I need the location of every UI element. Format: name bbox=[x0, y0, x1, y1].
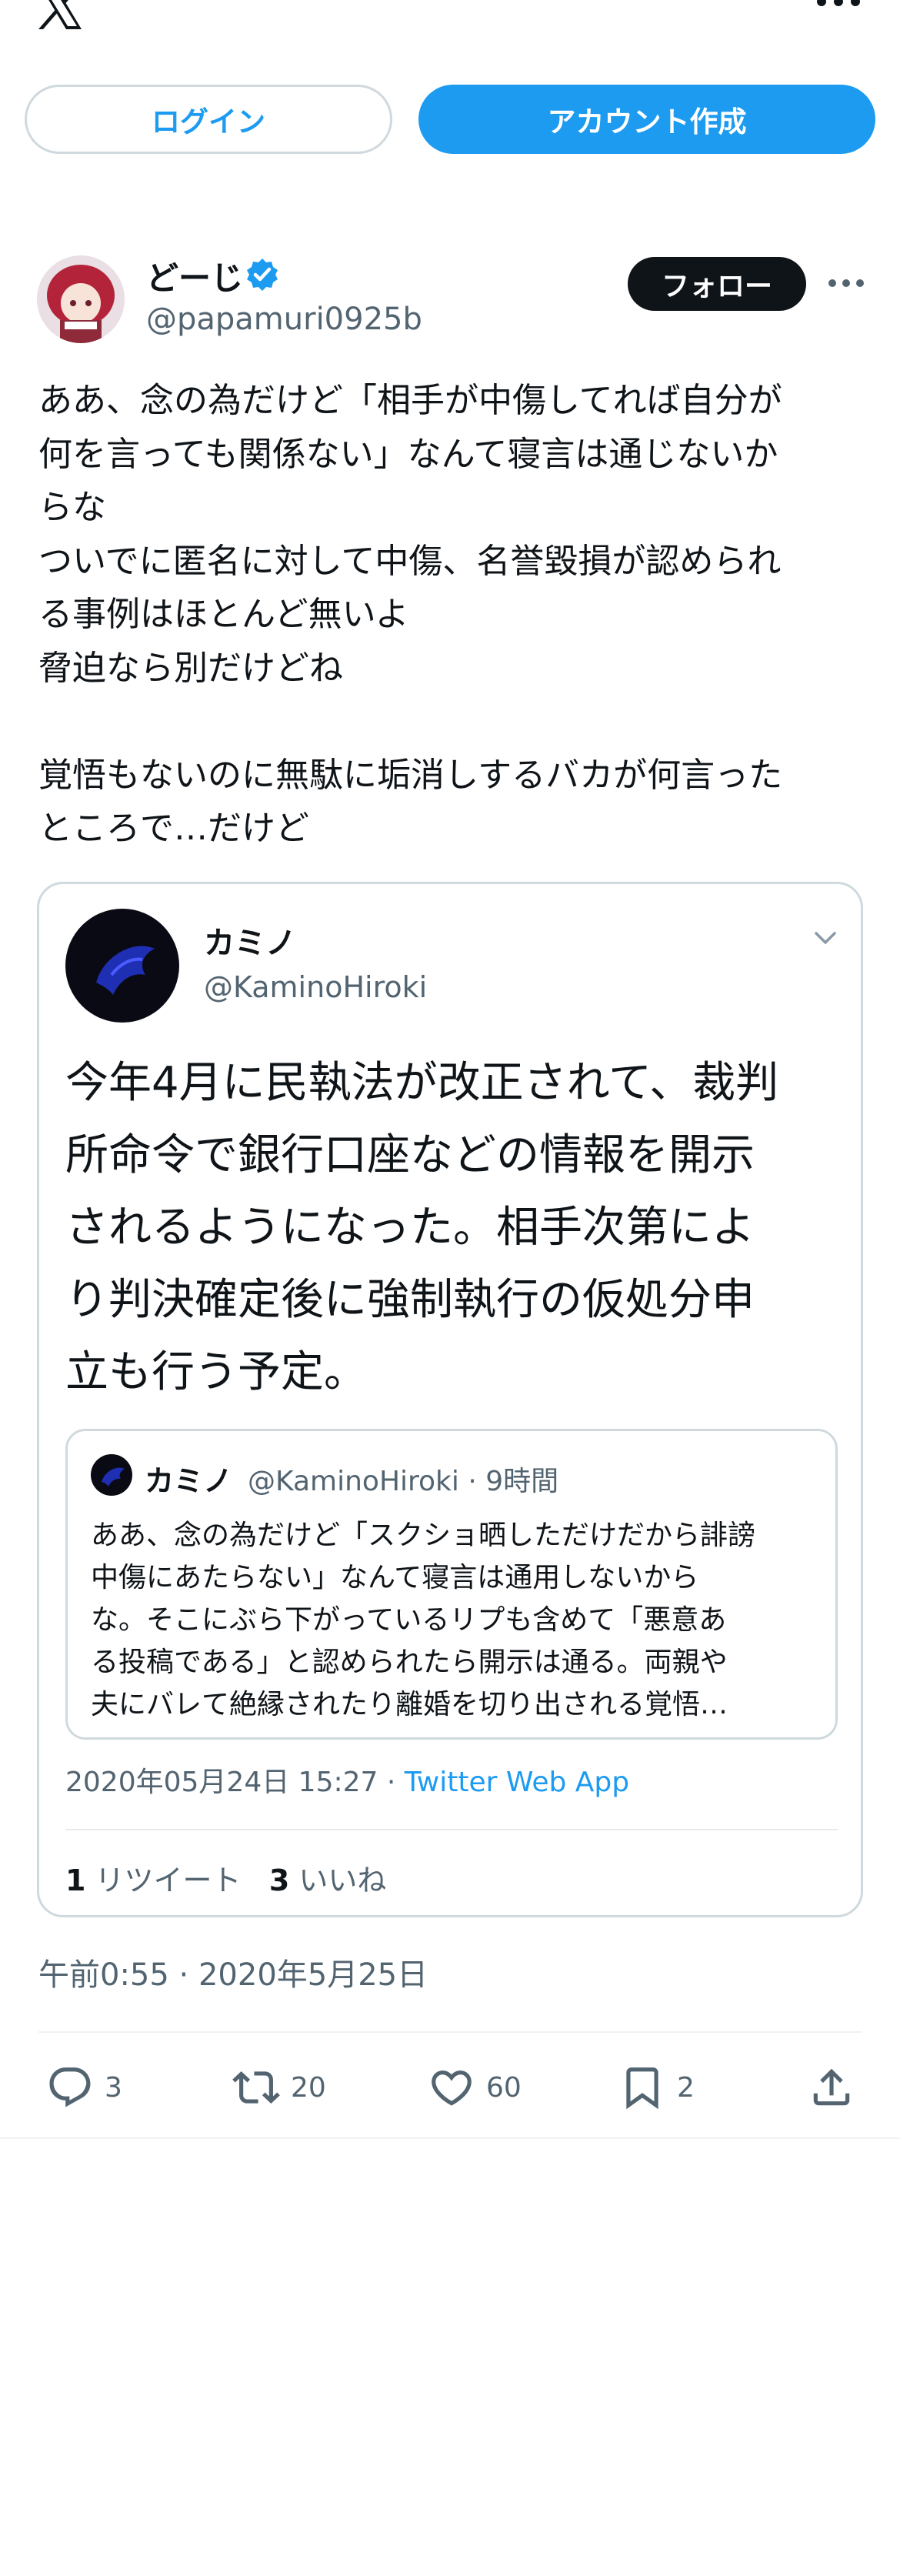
retweet-label: リツイート bbox=[95, 1864, 242, 1897]
quoted-author-handle[interactable]: @KaminoHiroki bbox=[204, 970, 427, 1004]
chevron-down-icon[interactable] bbox=[810, 923, 841, 953]
like-button[interactable]: 60 bbox=[428, 2060, 522, 2114]
retweet-icon bbox=[232, 2071, 280, 2104]
quoted-date-text: 2020年05月24日 15:27 · bbox=[65, 1767, 405, 1798]
quoted-author-avatar[interactable] bbox=[65, 909, 179, 1023]
retweet-count: 20 bbox=[291, 2071, 326, 2104]
divider bbox=[65, 1829, 838, 1830]
reply-button[interactable]: 3 bbox=[46, 2060, 122, 2114]
quoted-tweet-card[interactable]: カミノ @KaminoHiroki 今年4月に民執法が改正されて、裁判 所命令で… bbox=[37, 882, 863, 1917]
more-menu-icon[interactable] bbox=[815, 0, 862, 11]
retweet-count: 1 bbox=[65, 1864, 86, 1897]
more-options-icon[interactable] bbox=[828, 274, 865, 292]
nested-quoted-tweet[interactable]: カミノ @KaminoHiroki · 9時間 ああ、念の為だけど「スクショ晒し… bbox=[65, 1429, 838, 1740]
follow-button[interactable]: フォロー bbox=[628, 257, 806, 311]
login-button[interactable]: ログイン bbox=[25, 85, 392, 154]
author-handle[interactable]: @papamuri0925b bbox=[146, 302, 422, 337]
bookmark-button[interactable]: 2 bbox=[618, 2060, 695, 2114]
divider bbox=[38, 2031, 862, 2033]
nested-tweet-text: ああ、念の為だけど「スクショ晒しただけだから誹謗 中傷にあたらない」なんて寝言は… bbox=[91, 1520, 756, 1720]
quoted-author-name[interactable]: カミノ bbox=[204, 918, 296, 963]
avatar-image bbox=[91, 1454, 132, 1496]
bookmark-icon bbox=[626, 2067, 658, 2110]
like-label: いいね bbox=[298, 1864, 387, 1897]
nested-author-name: カミノ bbox=[145, 1464, 233, 1498]
quoted-source-link[interactable]: Twitter Web App bbox=[405, 1767, 629, 1798]
bookmark-count: 2 bbox=[677, 2071, 695, 2104]
quoted-tweet-text: 今年4月に民執法が改正されて、裁判 所命令で銀行口座などの情報を開示 されるよう… bbox=[65, 1058, 779, 1397]
tweet-timestamp[interactable]: 午前0:55 · 2020年5月25日 bbox=[38, 1950, 428, 1994]
author-avatar[interactable] bbox=[37, 255, 125, 343]
reply-icon bbox=[49, 2067, 91, 2107]
tweet-actions-bar: 3 20 60 2 bbox=[0, 2050, 900, 2127]
share-button[interactable] bbox=[808, 2060, 866, 2114]
tweet-text: ああ、念の為だけど「相手が中傷してれば自分が 何を言っても関係ない」なんて寝言は… bbox=[38, 381, 783, 848]
divider bbox=[0, 2137, 900, 2139]
signup-button[interactable]: アカウント作成 bbox=[418, 85, 875, 154]
quoted-tweet-date: 2020年05月24日 15:27 · Twitter Web App bbox=[65, 1760, 629, 1800]
nested-author-meta: @KaminoHiroki · 9時間 bbox=[248, 1466, 559, 1497]
verified-badge-icon bbox=[247, 259, 278, 291]
top-bar bbox=[0, 0, 900, 31]
nested-author-avatar bbox=[91, 1454, 132, 1496]
share-icon bbox=[813, 2068, 850, 2106]
heart-icon bbox=[432, 2070, 472, 2106]
like-count: 60 bbox=[486, 2071, 522, 2104]
x-logo-icon[interactable] bbox=[35, 0, 85, 29]
avatar-image bbox=[65, 909, 179, 1023]
quoted-tweet-stats: 1 リツイート 3 いいね bbox=[65, 1857, 386, 1899]
like-count: 3 bbox=[268, 1864, 290, 1897]
avatar-image bbox=[37, 255, 125, 343]
reply-count: 3 bbox=[105, 2071, 122, 2104]
author-name[interactable]: どーじ bbox=[146, 252, 243, 299]
retweet-button[interactable]: 20 bbox=[232, 2060, 326, 2114]
